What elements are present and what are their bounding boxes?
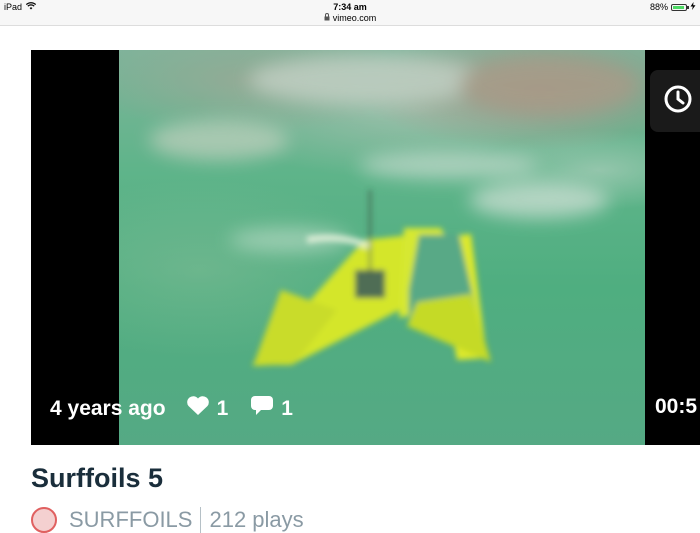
byline: SURFFOILS 212 plays bbox=[31, 507, 304, 533]
divider bbox=[200, 507, 202, 533]
video-title: Surffoils 5 bbox=[31, 463, 164, 493]
lock-icon bbox=[324, 13, 330, 23]
clock-time: 7:34 am bbox=[333, 2, 367, 12]
video-duration: 00:5 bbox=[655, 395, 698, 418]
video-still bbox=[149, 55, 639, 366]
bolt-icon bbox=[690, 2, 696, 12]
video-meta: 4 years ago 1 1 bbox=[50, 395, 315, 422]
avatar[interactable] bbox=[31, 507, 57, 533]
status-right: 88% bbox=[650, 2, 696, 12]
heart-icon bbox=[186, 395, 210, 422]
url-text: vimeo.com bbox=[332, 13, 377, 23]
play-count: 212 plays bbox=[209, 507, 304, 532]
uploader-name[interactable]: SURFFOILS bbox=[69, 507, 192, 533]
battery-percent: 88% bbox=[649, 2, 668, 12]
battery-icon bbox=[671, 3, 689, 11]
address-bar[interactable]: vimeo.com bbox=[0, 13, 700, 23]
status-bar: iPad 7:34 am vimeo.com 88% bbox=[0, 0, 700, 26]
like-stat[interactable]: 1 bbox=[186, 395, 229, 422]
watch-later-button[interactable] bbox=[650, 70, 700, 132]
posted-time: 4 years ago bbox=[50, 396, 166, 420]
like-count: 1 bbox=[216, 396, 229, 420]
comment-stat[interactable]: 1 bbox=[250, 395, 293, 422]
comment-count: 1 bbox=[281, 396, 293, 420]
speech-bubble-icon bbox=[250, 395, 274, 422]
video-frame[interactable] bbox=[119, 50, 645, 445]
video-player[interactable]: 4 years ago 1 1 00:5 bbox=[31, 50, 700, 445]
clock-icon bbox=[663, 84, 693, 119]
